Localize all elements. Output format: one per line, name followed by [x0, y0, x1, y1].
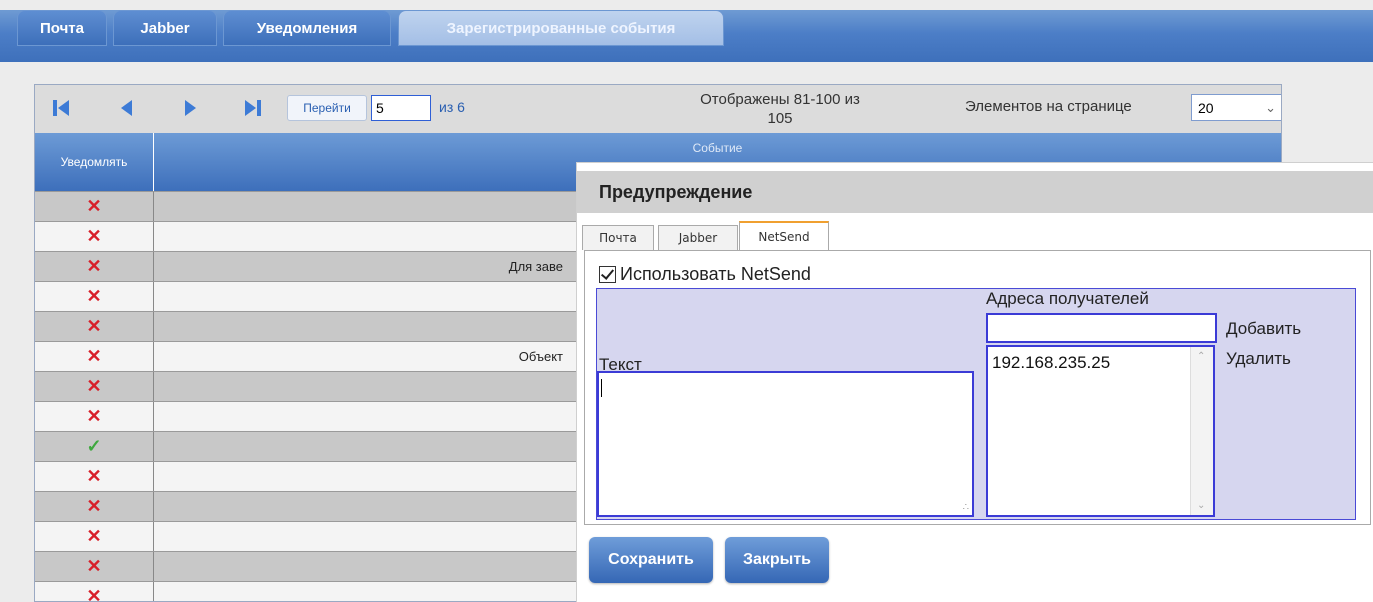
message-textarea[interactable]: ∴ [597, 371, 974, 517]
cross-icon[interactable]: ✕ [35, 402, 154, 431]
go-button[interactable]: Перейти [287, 95, 367, 121]
scroll-up-icon[interactable]: ⌃ [1197, 351, 1205, 362]
use-netsend-label: Использовать NetSend [620, 264, 811, 284]
cross-icon[interactable]: ✕ [35, 492, 154, 521]
event-cell [154, 522, 563, 551]
pager: Перейти из 6 Отображены 81-100 из 105 Эл… [35, 85, 1281, 134]
cross-icon[interactable]: ✕ [35, 582, 154, 601]
cross-icon[interactable]: ✕ [35, 552, 154, 581]
event-cell [154, 432, 563, 461]
cross-icon[interactable]: ✕ [35, 312, 154, 341]
shown-range-line1: Отображены 81-100 из [700, 91, 860, 108]
remove-recipient-link[interactable]: Удалить [1226, 349, 1291, 369]
page-count-text: из 6 [439, 99, 465, 115]
event-cell [154, 552, 563, 581]
dialog-tab-netsend[interactable]: NetSend [739, 221, 829, 251]
dialog-title: Предупреждение [577, 171, 1373, 213]
save-button[interactable]: Сохранить [589, 537, 713, 583]
check-icon[interactable]: ✓ [35, 432, 154, 461]
cross-icon[interactable]: ✕ [35, 372, 154, 401]
event-cell [154, 462, 563, 491]
dialog-tab-jabber[interactable]: Jabber [658, 225, 738, 250]
listbox-scrollbar[interactable]: ⌃ ⌄ [1190, 347, 1213, 515]
cross-icon[interactable]: ✕ [35, 252, 154, 281]
last-page-button[interactable] [233, 93, 273, 123]
event-cell [154, 282, 563, 311]
first-page-icon [53, 100, 69, 116]
first-page-button[interactable] [41, 93, 81, 123]
add-recipient-link[interactable]: Добавить [1226, 319, 1301, 339]
next-page-icon [185, 100, 196, 116]
recipients-label: Адреса получателей [986, 289, 1149, 308]
scroll-down-icon[interactable]: ⌄ [1197, 500, 1205, 511]
tab-registered-events[interactable]: Зарегистрированные события [398, 10, 724, 46]
prev-page-button[interactable] [107, 93, 147, 123]
cross-icon[interactable]: ✕ [35, 462, 154, 491]
cross-icon[interactable]: ✕ [35, 342, 154, 371]
event-cell [154, 402, 563, 431]
shown-range-text: Отображены 81-100 из 105 [655, 90, 905, 128]
recipients-listbox[interactable]: 192.168.235.25 ⌃ ⌄ [986, 345, 1215, 517]
prev-page-icon [121, 100, 132, 116]
dialog-tab-mail[interactable]: Почта [582, 225, 654, 250]
event-cell: Для заве [508, 259, 563, 274]
warning-dialog: Предупреждение Почта Jabber NetSend Испо… [577, 163, 1373, 602]
tab-notifications[interactable]: Уведомления [223, 10, 391, 46]
event-cell [154, 492, 563, 521]
checkbox-checked-icon [599, 266, 616, 283]
last-page-icon [245, 100, 261, 116]
shown-range-line2: 105 [767, 110, 793, 127]
page-number-input[interactable] [371, 95, 431, 121]
event-cell [154, 372, 563, 401]
recipient-list-item[interactable]: 192.168.235.25 [992, 353, 1110, 373]
event-cell [154, 582, 563, 601]
per-page-label: Элементов на странице [965, 98, 1132, 115]
use-netsend-checkbox[interactable]: Использовать NetSend [599, 264, 811, 285]
close-button[interactable]: Закрыть [725, 537, 829, 583]
event-cell [154, 312, 563, 341]
per-page-value: 20 [1198, 99, 1214, 116]
tab-mail[interactable]: Почта [17, 10, 107, 46]
resize-grip-icon[interactable]: ∴ [963, 502, 969, 513]
cross-icon[interactable]: ✕ [35, 222, 154, 251]
dialog-body: Использовать NetSend Текст ∴ Адреса полу… [584, 250, 1371, 525]
per-page-select[interactable]: 20 ⌄ [1191, 94, 1281, 121]
cross-icon[interactable]: ✕ [35, 282, 154, 311]
chevron-down-icon: ⌄ [1265, 100, 1276, 115]
column-header-notify[interactable]: Уведомлять [35, 133, 154, 191]
event-cell: Объект [518, 349, 563, 364]
netsend-settings-group: Текст ∴ Адреса получателей 192.168.235.2… [596, 288, 1356, 520]
event-cell [154, 222, 563, 251]
top-tab-bar: Почта Jabber Уведомления Зарегистрирован… [0, 0, 1373, 62]
text-caret [601, 379, 602, 397]
event-cell [154, 192, 563, 221]
cross-icon[interactable]: ✕ [35, 192, 154, 221]
tab-jabber[interactable]: Jabber [113, 10, 217, 46]
recipient-address-input[interactable] [986, 313, 1217, 343]
cross-icon[interactable]: ✕ [35, 522, 154, 551]
next-page-button[interactable] [170, 93, 210, 123]
